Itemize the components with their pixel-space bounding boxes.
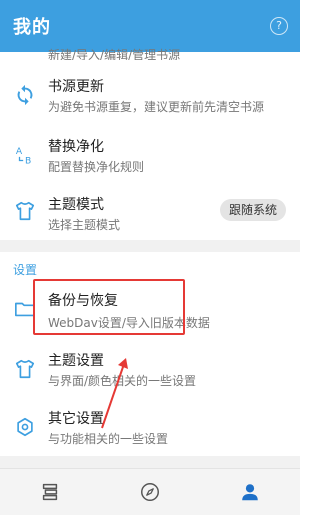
item-title: 书源更新 — [48, 79, 104, 95]
sync-icon — [17, 84, 33, 106]
replace-ab-icon: A B — [16, 146, 31, 166]
svg-text:B: B — [25, 155, 31, 166]
bottom-divider — [0, 456, 300, 468]
tshirt-icon — [15, 359, 35, 379]
tshirt-icon — [15, 201, 35, 221]
list-item-source-update[interactable]: 书源更新 为避免书源重复，建议更新前先清空书源 — [0, 62, 300, 122]
list-item-replace[interactable]: A B 替换净化 配置替换净化规则 — [0, 122, 300, 182]
section-label: 设置 — [13, 263, 38, 277]
svg-text:A: A — [16, 146, 23, 157]
item-subtitle: 与功能相关的一些设置 — [48, 432, 169, 446]
item-subtitle: 选择主题模式 — [48, 218, 121, 232]
item-title: 主题模式 — [48, 197, 104, 213]
item-subtitle: 为避免书源重复，建议更新前先清空书源 — [48, 100, 265, 114]
list-item-theme-settings[interactable]: 主题设置 与界面/颜色相关的一些设置 — [0, 340, 300, 398]
bookshelf-icon[interactable] — [39, 481, 61, 503]
item-title: 替换净化 — [48, 139, 104, 155]
item-title: 其它设置 — [48, 411, 104, 427]
bottom-nav — [0, 468, 300, 515]
person-icon[interactable] — [239, 481, 261, 503]
item-subtitle: 配置替换净化规则 — [48, 160, 145, 174]
page-title: 我的 — [13, 17, 51, 38]
item-subtitle: 与界面/颜色相关的一些设置 — [48, 374, 197, 388]
question-circle-icon[interactable]: ? — [270, 17, 288, 35]
theme-mode-pill[interactable]: 跟随系统 — [220, 199, 286, 221]
section-divider — [0, 240, 300, 252]
partial-subtitle: 新建/导入/编辑/管理书源 — [48, 48, 181, 60]
app-bar: 我的 ? — [0, 0, 300, 52]
hex-settings-icon — [17, 417, 33, 437]
list-item-other-settings[interactable]: 其它设置 与功能相关的一些设置 — [0, 398, 300, 456]
red-highlight-box — [33, 279, 185, 335]
compass-icon[interactable] — [139, 481, 161, 503]
item-title: 主题设置 — [48, 353, 104, 369]
